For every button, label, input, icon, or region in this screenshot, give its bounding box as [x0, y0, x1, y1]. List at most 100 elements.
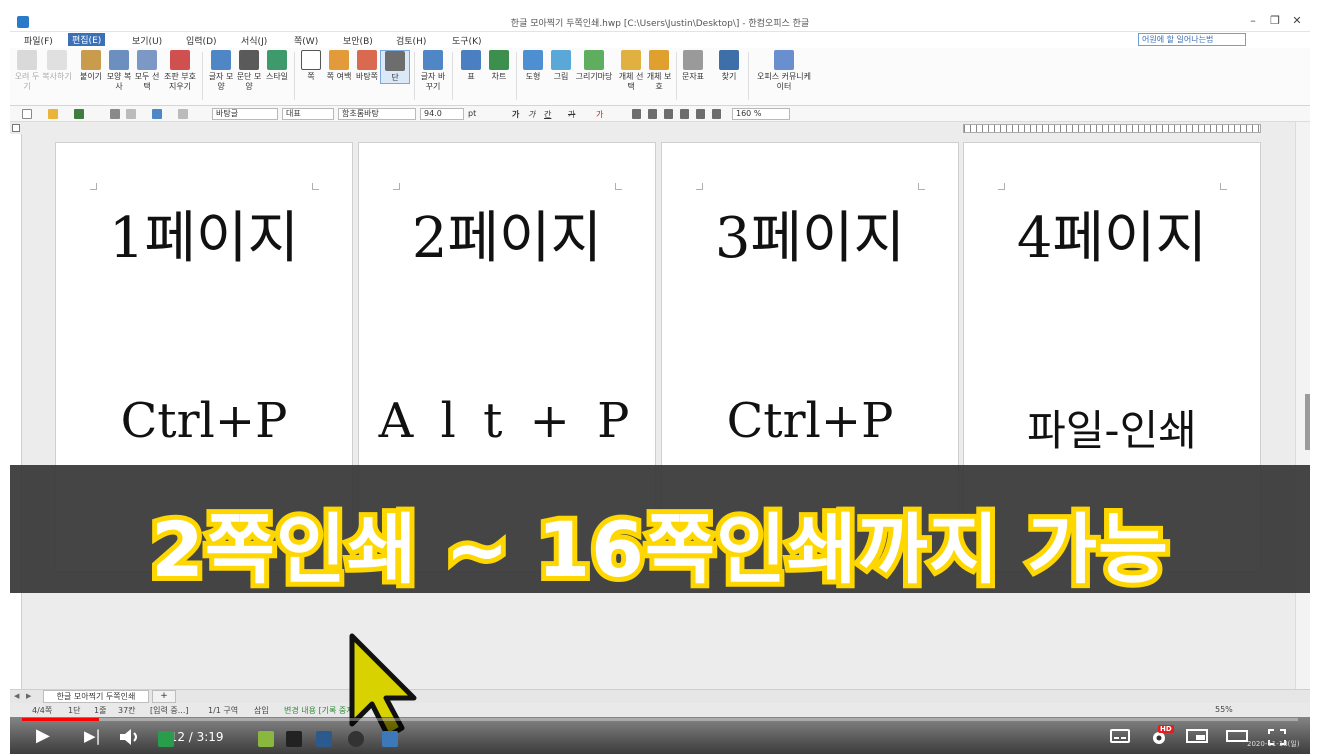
taskbar-app-icon[interactable] [158, 731, 174, 747]
line-spacing-input[interactable]: 160 % [732, 108, 790, 120]
help-search-input[interactable]: 어원에 할 일어나는법 [1138, 33, 1246, 46]
taskbar-app-icon[interactable] [258, 731, 274, 747]
preview-icon[interactable] [126, 109, 136, 119]
find-button[interactable]: 찾기 [714, 50, 744, 82]
copy-icon [47, 50, 67, 70]
office-communicator-button[interactable]: 오피스 커뮤니케이터 [754, 50, 814, 92]
volume-icon[interactable] [120, 729, 140, 745]
picture-label: 그림 [553, 72, 569, 81]
cut-button[interactable]: 오려 두기 [12, 50, 42, 92]
align-center-icon[interactable] [664, 109, 673, 119]
theater-mode-icon[interactable] [1226, 729, 1248, 743]
bold-button[interactable]: 가 [512, 109, 519, 120]
table-button[interactable]: 표 [456, 50, 486, 82]
align-split-icon[interactable] [712, 109, 721, 119]
page-heading: 2페이지 [411, 206, 603, 271]
background-page-button[interactable]: 바탕쪽 [352, 50, 382, 82]
clear-format-button[interactable]: 조판 부호 지우기 [162, 50, 198, 92]
underline-button[interactable]: 간 [544, 109, 551, 120]
hd-badge: HD [1158, 725, 1174, 733]
font-select[interactable]: 함초롬바탕 [338, 108, 416, 120]
font-size-input[interactable]: 94.0 [420, 108, 464, 120]
menu-review[interactable]: 검토(H) [396, 34, 426, 47]
open-folder-icon[interactable] [48, 109, 58, 119]
add-tab-button[interactable]: + [152, 690, 176, 703]
clear-format-label: 조판 부호 지우기 [164, 72, 196, 91]
scrollbar-thumb[interactable] [1305, 394, 1310, 450]
style-button[interactable]: 스타일 [262, 50, 292, 82]
taskbar-app-icon[interactable] [348, 731, 364, 747]
menu-security[interactable]: 보안(B) [343, 34, 373, 47]
change-char-button[interactable]: 글자 바꾸기 [418, 50, 448, 92]
taskbar-app-icon[interactable] [316, 731, 332, 747]
object-select-button[interactable]: 개체 선택 [616, 50, 646, 92]
format-copy-button[interactable]: 모양 복사 [104, 50, 134, 92]
ruler-corner[interactable] [12, 124, 20, 132]
chart-button[interactable]: 차트 [484, 50, 514, 82]
style-icon [267, 50, 287, 70]
status-zoom[interactable]: 55% [1215, 705, 1233, 714]
subtitles-icon[interactable] [1110, 729, 1130, 743]
page-button[interactable]: 쪽 [296, 50, 326, 82]
background-page-label: 바탕쪽 [355, 72, 379, 81]
font-color-button[interactable]: 가 [596, 109, 603, 120]
style-select[interactable]: 바탕글 [212, 108, 278, 120]
paste-button[interactable]: 붙이기 [76, 50, 106, 82]
taskbar-app-icon[interactable] [286, 731, 302, 747]
brush-icon [109, 50, 129, 70]
italic-button[interactable]: 가 [528, 109, 535, 120]
object-protect-button[interactable]: 개체 보호 [644, 50, 674, 92]
undo-icon[interactable] [152, 109, 162, 119]
line-spacing-unit: % [753, 109, 762, 118]
minimize-button[interactable]: – [1244, 14, 1262, 27]
taskbar-app-icon[interactable] [382, 731, 398, 747]
play-icon[interactable]: ▶ [36, 727, 50, 745]
line-spacing-value: 160 [736, 109, 752, 118]
columns-button[interactable]: 단 [380, 50, 410, 84]
columns-icon [385, 51, 405, 71]
menu-tools[interactable]: 도구(K) [452, 34, 482, 47]
progress-bar[interactable] [22, 718, 1298, 721]
symbol-icon [683, 50, 703, 70]
select-all-button[interactable]: 모두 선택 [132, 50, 162, 92]
strike-button[interactable]: 가 [568, 109, 575, 120]
menu-page[interactable]: 쪽(W) [294, 34, 318, 47]
tab-nav-right-icon[interactable]: ▶ [26, 692, 31, 700]
align-justify-icon[interactable] [632, 109, 641, 119]
status-line: 1줄 [94, 706, 107, 715]
miniplayer-icon[interactable] [1186, 729, 1208, 743]
vertical-ruler [10, 134, 22, 694]
taskbar-date: 2020-11-18(일) [1247, 740, 1300, 748]
document-area[interactable]: 1페이지 Ctrl+P 2페이지 A l t + P 3페이지 Ctrl+P 4… [10, 122, 1310, 697]
char-shape-button[interactable]: 글자 모양 [206, 50, 236, 92]
copy-button[interactable]: 복사하기 [42, 50, 72, 82]
restore-button[interactable]: ❐ [1266, 14, 1284, 27]
menu-edit[interactable]: 편집(E) [68, 33, 106, 46]
menu-view[interactable]: 보기(U) [132, 34, 162, 47]
page-margin-button[interactable]: 쪽 여백 [324, 50, 354, 82]
shape-button[interactable]: 도형 [518, 50, 548, 82]
save-icon[interactable] [74, 109, 84, 119]
picture-button[interactable]: 그림 [546, 50, 576, 82]
language-select[interactable]: 대표 [282, 108, 334, 120]
document-tab[interactable]: 한글 모아찍기 두쪽인쇄 [43, 690, 149, 703]
next-icon[interactable]: ▶| [84, 727, 101, 745]
tab-nav-left-icon[interactable]: ◀ [14, 692, 19, 700]
gallery-button[interactable]: 그리기마당 [574, 50, 614, 82]
menu-format[interactable]: 서식(J) [241, 34, 267, 47]
para-shape-button[interactable]: 문단 모양 [234, 50, 264, 92]
menu-file[interactable]: 파일(F) [24, 34, 53, 47]
close-button[interactable]: ✕ [1288, 14, 1306, 27]
align-distribute-icon[interactable] [696, 109, 705, 119]
menu-insert[interactable]: 입력(D) [186, 34, 217, 47]
print-icon[interactable] [110, 109, 120, 119]
font-unit[interactable]: pt [468, 109, 476, 118]
new-doc-icon[interactable] [22, 109, 32, 119]
page-shortcut: A l t + P [378, 393, 636, 449]
symbol-button[interactable]: 문자표 [678, 50, 708, 82]
align-left-icon[interactable] [648, 109, 657, 119]
redo-icon[interactable] [178, 109, 188, 119]
gallery-icon [584, 50, 604, 70]
align-right-icon[interactable] [680, 109, 689, 119]
status-insert[interactable]: 삽입 [254, 705, 269, 716]
